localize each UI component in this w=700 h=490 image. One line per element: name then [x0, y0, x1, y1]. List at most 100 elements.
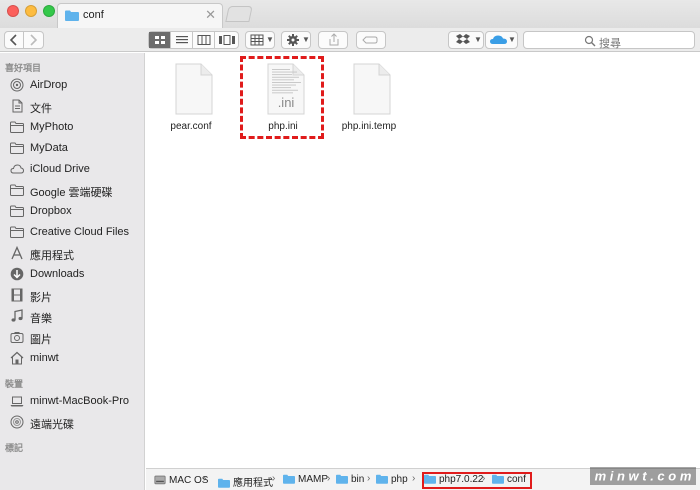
downloads-icon — [10, 267, 24, 281]
chevron-down-icon: ▼ — [266, 35, 274, 44]
arrange-button[interactable]: ▼ — [245, 31, 275, 49]
zoom-window-button[interactable] — [43, 5, 55, 17]
sidebar-item-label: 音樂 — [30, 313, 52, 325]
file-name: php.ini.temp — [341, 121, 397, 132]
sidebar-item-item-1[interactable]: 文件 — [0, 96, 144, 116]
folder-icon — [376, 474, 388, 487]
home-icon — [10, 351, 24, 365]
favorites-header: 喜好項目 — [5, 63, 42, 73]
minwt-watermark-logo: m i n w t . c o m — [590, 467, 696, 485]
disc-icon — [10, 415, 24, 429]
path-item-php[interactable]: php — [376, 474, 408, 488]
sidebar-item-google[interactable]: Google 雲端硬碟 — [0, 180, 144, 200]
laptop-icon — [10, 394, 24, 408]
dropbox-button[interactable]: ▼ — [448, 31, 484, 49]
path-item-bin[interactable]: bin — [336, 474, 364, 488]
sidebar-item-minwt-macbook-pro[interactable]: minwt-MacBook-Pro — [0, 391, 144, 411]
minimize-window-button[interactable] — [25, 5, 37, 17]
pictures-icon — [10, 330, 24, 344]
cloud-icon — [490, 35, 507, 44]
folder-icon — [218, 478, 230, 490]
close-window-button[interactable] — [7, 5, 19, 17]
path-item-label: bin — [351, 474, 365, 485]
chevron-down-icon: ▼ — [508, 35, 516, 44]
dropbox-icon — [456, 34, 470, 44]
sidebar-item-icloud-drive[interactable]: iCloud Drive — [0, 159, 144, 179]
sidebar-item-downloads[interactable]: Downloads — [0, 264, 144, 284]
document-icon — [353, 63, 391, 118]
folder-icon — [10, 204, 24, 218]
search-field[interactable]: 搜尋 — [523, 31, 695, 50]
sidebar-item-item-12[interactable]: 圖片 — [0, 327, 144, 347]
tab-conf[interactable]: conf ✕ — [57, 3, 223, 28]
toolbar: ▼ ▼ ▼ ▼ 搜尋 — [0, 28, 700, 52]
search-icon — [584, 35, 596, 47]
close-tab-icon[interactable]: ✕ — [205, 7, 216, 23]
forward-button[interactable] — [24, 31, 44, 49]
sidebar-item-creative-cloud-files[interactable]: Creative Cloud Files — [0, 222, 144, 242]
path-item-label: 應用程式 — [233, 478, 273, 489]
path-item-label: MAMP — [298, 474, 328, 485]
icon-view-button[interactable] — [149, 32, 171, 48]
sidebar-item-airdrop[interactable]: AirDrop — [0, 75, 144, 95]
path-separator-icon: › — [367, 473, 371, 484]
sidebar-item-label: Google 雲端硬碟 — [30, 187, 113, 199]
sidebar-item-dropbox[interactable]: Dropbox — [0, 201, 144, 221]
title-bar: conf ✕ — [0, 0, 700, 28]
grid-icon — [155, 36, 165, 44]
sidebar-item-label: 圖片 — [30, 334, 52, 346]
airdrop-icon — [10, 78, 24, 92]
document-icon — [175, 63, 213, 118]
chevron-down-icon: ▼ — [302, 35, 310, 44]
icloud-button[interactable]: ▼ — [485, 31, 518, 49]
chevron-down-icon: ▼ — [474, 35, 482, 44]
folder-icon — [10, 141, 24, 155]
php-ini-highlight — [240, 56, 324, 139]
path-item-mamp[interactable]: MAMP — [283, 474, 328, 488]
sidebar-item-label: 文件 — [30, 103, 52, 115]
path-separator-icon: › — [327, 473, 331, 484]
sidebar-item-label: MyData — [30, 142, 68, 154]
tags-header: 標記 — [5, 443, 24, 453]
cover-flow-button[interactable] — [215, 32, 239, 48]
sidebar-item-item-8[interactable]: 應用程式 — [0, 243, 144, 263]
file-item[interactable]: pear.conf — [151, 63, 231, 143]
movies-icon — [10, 288, 24, 302]
folder-icon — [283, 474, 295, 487]
tag-icon — [362, 36, 378, 44]
sidebar-item-label: minwt-MacBook-Pro — [30, 395, 130, 407]
sidebar-item-mydata[interactable]: MyData — [0, 138, 144, 158]
sidebar: 喜好項目 AirDrop 文件 MyPhoto MyData iCloud Drive G… — [0, 53, 145, 490]
back-button[interactable] — [4, 31, 24, 49]
sidebar-item-myphoto[interactable]: MyPhoto — [0, 117, 144, 137]
path-separator-icon: › — [412, 473, 416, 484]
list-icon — [176, 36, 188, 44]
file-name: pear.conf — [170, 121, 212, 132]
path-separator-icon: › — [203, 473, 207, 484]
arrange-grid-icon — [250, 34, 264, 46]
tag-button[interactable] — [356, 31, 386, 49]
folder-icon — [10, 183, 24, 197]
file-item[interactable]: php.ini.temp — [329, 63, 409, 143]
search-placeholder: 搜尋 — [599, 38, 621, 50]
sidebar-item-minwt[interactable]: minwt — [0, 348, 144, 368]
applications-icon — [10, 245, 24, 260]
sidebar-item-item-1[interactable]: 遠端光碟 — [0, 412, 144, 432]
list-view-button[interactable] — [171, 32, 193, 48]
column-view-button[interactable] — [193, 32, 215, 48]
columns-icon — [197, 35, 211, 45]
path-item-mac-os[interactable]: MAC OS — [154, 474, 208, 488]
chevron-left-icon — [9, 34, 17, 46]
share-button[interactable] — [318, 31, 348, 49]
new-tab-button[interactable] — [225, 6, 253, 22]
music-icon — [10, 309, 24, 323]
path-item--[interactable]: 應用程式 — [218, 474, 273, 490]
cover-flow-icon — [219, 35, 235, 45]
folder-icon — [10, 120, 24, 134]
sidebar-item-label: 影片 — [30, 292, 52, 304]
action-button[interactable]: ▼ — [281, 31, 311, 49]
sidebar-item-item-11[interactable]: 音樂 — [0, 306, 144, 326]
tab-title: conf — [83, 9, 104, 21]
disk-icon — [154, 474, 166, 488]
sidebar-item-item-10[interactable]: 影片 — [0, 285, 144, 305]
